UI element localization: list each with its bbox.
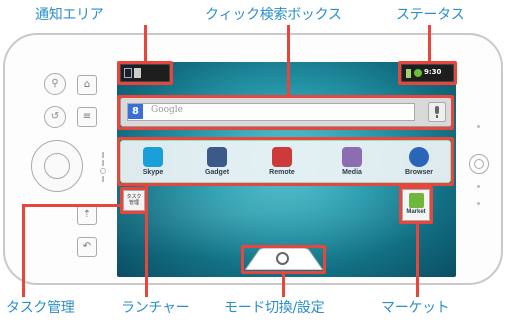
highlight-mode-switch: [241, 245, 326, 274]
leader-line: [416, 223, 419, 297]
hw-back-button[interactable]: ↶: [77, 237, 97, 257]
leader-line: [428, 25, 431, 62]
leader-line: [144, 25, 147, 62]
highlight-market: [399, 186, 433, 224]
highlight-launcher: [117, 137, 454, 186]
hw-rocker-marks: [100, 150, 106, 198]
leader-line: [287, 25, 290, 96]
hw-indicator-dot: [477, 185, 480, 188]
leader-line: [282, 273, 285, 297]
callout-mode-switch: モード切換/設定: [224, 300, 325, 316]
callout-launcher: ランチャー: [121, 300, 190, 316]
hw-menu-button[interactable]: ≡: [77, 107, 97, 127]
callout-status: ステータス: [396, 7, 465, 23]
callout-notification-area: 通知エリア: [35, 7, 104, 23]
hw-home-button[interactable]: ⌂: [77, 75, 97, 95]
callout-market: マーケット: [381, 300, 450, 316]
highlight-task-manager: [120, 187, 148, 214]
highlight-notification-area: [117, 61, 173, 85]
highlight-quick-search-box: [117, 95, 454, 130]
hw-indicator-dot: [477, 125, 480, 128]
callout-quick-search-box: クィック検索ボックス: [205, 7, 342, 23]
callout-task-manager: タスク管理: [6, 300, 75, 316]
hw-trackball[interactable]: [469, 154, 489, 174]
hw-up-button[interactable]: ⇡: [77, 205, 97, 225]
leader-line: [22, 204, 121, 207]
leader-line: [145, 185, 148, 297]
hw-dpad-center[interactable]: [44, 153, 70, 179]
hw-back-round-button[interactable]: ↺: [44, 106, 66, 128]
leader-line: [22, 204, 25, 297]
hw-indicator-dot: [477, 202, 480, 205]
hw-search-button[interactable]: ⚲: [44, 73, 66, 95]
hw-dpad[interactable]: [31, 140, 83, 192]
highlight-status-area: [398, 61, 457, 85]
